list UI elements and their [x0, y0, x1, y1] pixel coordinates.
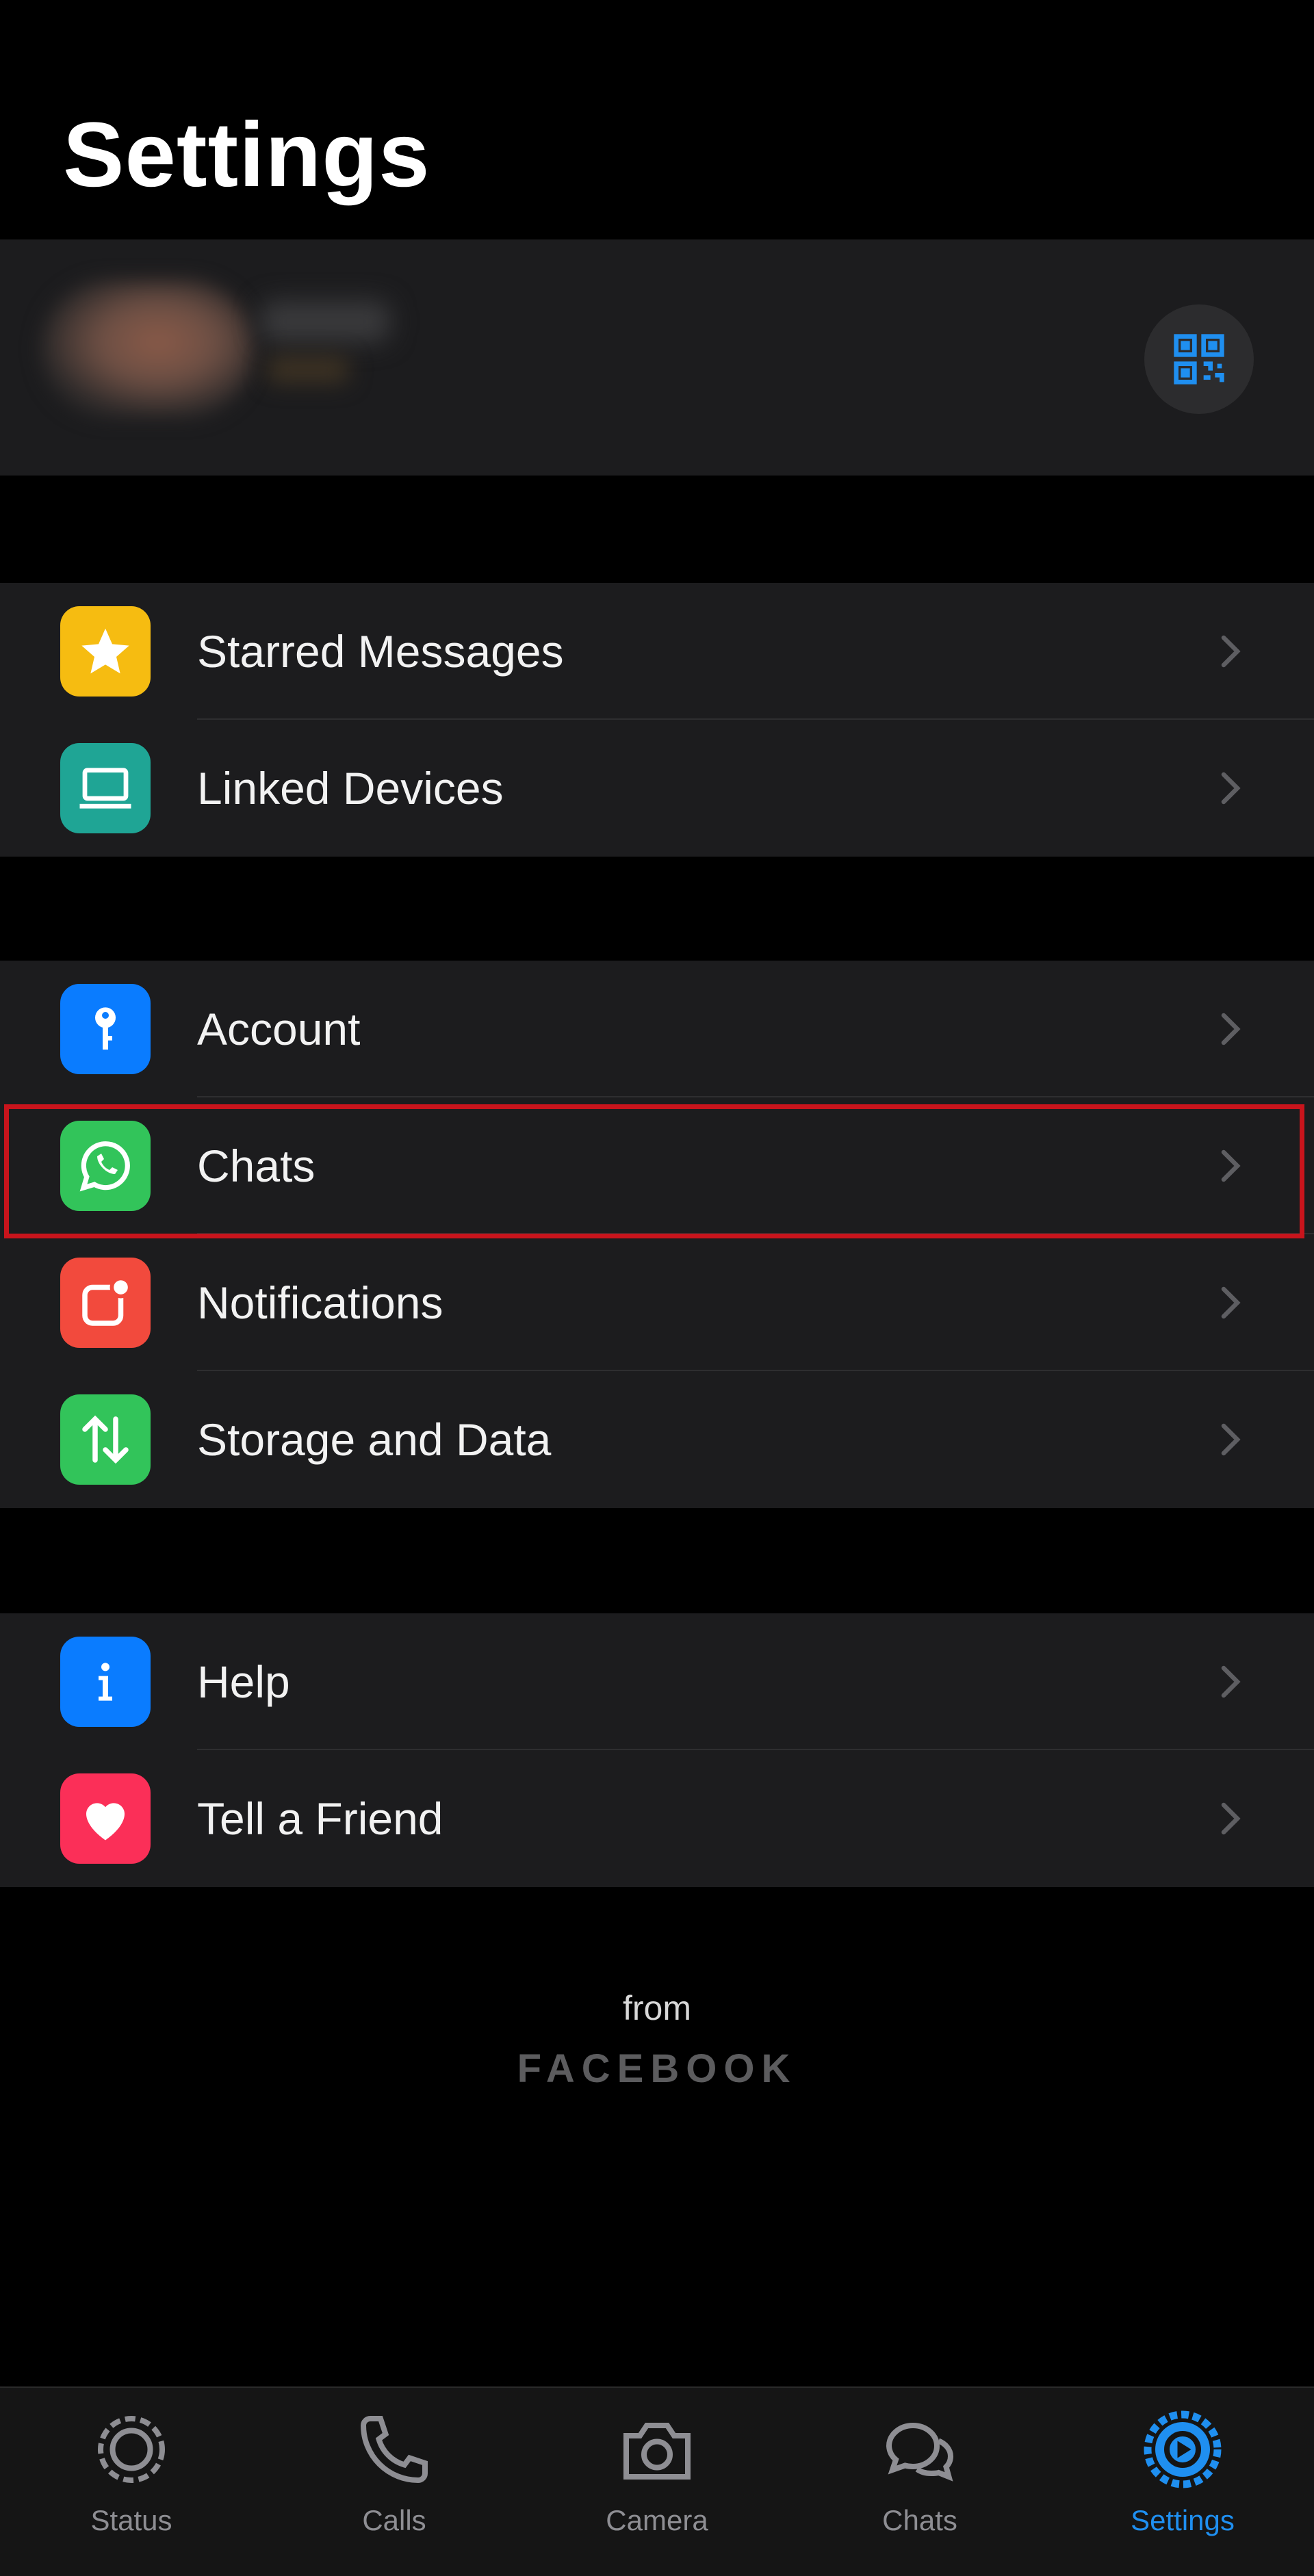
notification-icon — [60, 1258, 151, 1348]
chevron-right-icon — [1221, 1423, 1241, 1456]
qr-code-icon — [1174, 334, 1224, 385]
laptop-icon — [60, 743, 151, 833]
tab-label: Settings — [1131, 2504, 1235, 2536]
chevron-right-icon — [1221, 1013, 1241, 1045]
camera-icon — [623, 2423, 691, 2480]
info-icon — [60, 1637, 151, 1727]
row-label: Help — [197, 1656, 290, 1707]
tab-chats[interactable]: Chats — [817, 2408, 1022, 2559]
tell-a-friend-row[interactable]: Tell a Friend — [0, 1750, 1314, 1887]
footer-brand: FACEBOOK — [517, 2046, 797, 2091]
chevron-right-icon — [1221, 635, 1241, 668]
qr-code-button[interactable] — [1144, 304, 1254, 414]
account-row[interactable]: Account — [0, 961, 1314, 1097]
settings-gear-icon — [1144, 2410, 1222, 2488]
settings-group-1: Starred Messages Linked Devices — [0, 583, 1314, 857]
row-label: Storage and Data — [197, 1414, 552, 1465]
linked-devices-row[interactable]: Linked Devices — [0, 720, 1314, 857]
help-row[interactable]: Help — [0, 1613, 1314, 1750]
arrows-updown-icon — [60, 1394, 151, 1485]
tab-camera[interactable]: Camera — [554, 2408, 760, 2559]
page-title: Settings — [63, 104, 430, 206]
chevron-right-icon — [1221, 1802, 1241, 1835]
tab-status[interactable]: Status — [29, 2408, 234, 2559]
star-icon — [60, 606, 151, 697]
chats-icon — [886, 2422, 954, 2482]
settings-group-3: Help Tell a Friend — [0, 1613, 1314, 1887]
tab-label: Calls — [362, 2504, 426, 2536]
tab-label: Camera — [606, 2504, 708, 2536]
storage-and-data-row[interactable]: Storage and Data — [0, 1371, 1314, 1508]
key-icon — [60, 984, 151, 1074]
chats-row-highlight — [4, 1104, 1304, 1238]
tab-bar: Status Calls Camera Chats Settings — [0, 2386, 1314, 2576]
row-label: Linked Devices — [197, 763, 504, 814]
row-label: Starred Messages — [197, 626, 564, 677]
row-label: Tell a Friend — [197, 1793, 443, 1844]
row-label: Account — [197, 1004, 361, 1054]
notifications-row[interactable]: Notifications — [0, 1234, 1314, 1371]
tab-calls[interactable]: Calls — [292, 2408, 497, 2559]
tab-settings[interactable]: Settings — [1080, 2408, 1285, 2559]
row-label: Notifications — [197, 1277, 443, 1328]
tab-label: Status — [90, 2504, 172, 2536]
tab-label: Chats — [882, 2504, 957, 2536]
heart-icon — [60, 1773, 151, 1864]
status-icon — [98, 2416, 165, 2483]
profile-status-blurred — [267, 356, 349, 383]
chevron-right-icon — [1221, 1286, 1241, 1319]
chevron-right-icon — [1221, 772, 1241, 805]
chevron-right-icon — [1221, 1665, 1241, 1698]
phone-icon — [360, 2416, 428, 2484]
footer-from: from — [623, 1989, 691, 2027]
profile-name-blurred — [260, 301, 390, 342]
avatar[interactable] — [41, 281, 253, 417]
starred-messages-row[interactable]: Starred Messages — [0, 583, 1314, 720]
profile-card[interactable] — [0, 239, 1314, 476]
